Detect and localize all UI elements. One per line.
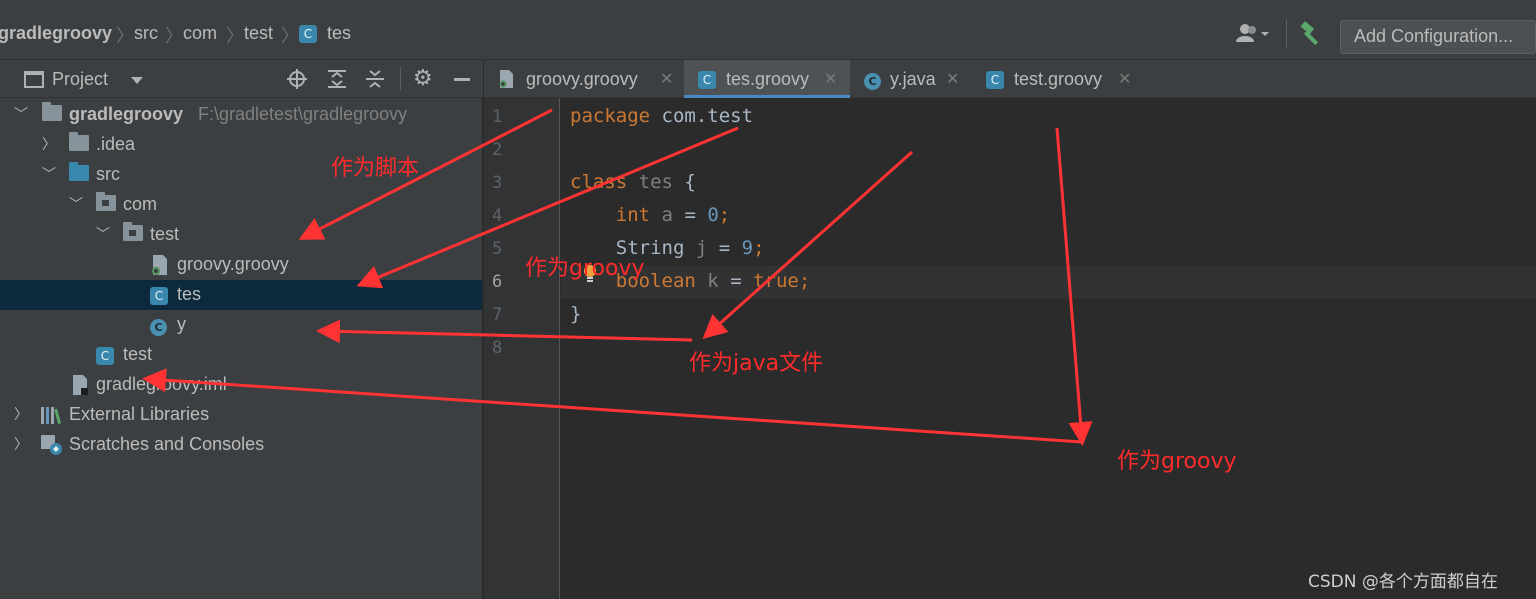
annotation-arrow-java-to-y (316, 319, 693, 344)
annotation-java: 作为java文件 (689, 351, 824, 376)
annotation-arrow-groovy-down (1055, 127, 1093, 446)
annotation-groovy-2: 作为groovy (1117, 449, 1237, 474)
annotation-script: 作为脚本 (331, 156, 420, 181)
annotation-groovy-1: 作为groovy (525, 256, 645, 281)
annotation-arrows (142, 108, 1093, 446)
annotation-arrow-groovy-to-test (142, 368, 1083, 444)
annotation-arrow-java-class (702, 150, 913, 339)
csdn-watermark: CSDN @各个方面都自在 (1308, 572, 1498, 592)
